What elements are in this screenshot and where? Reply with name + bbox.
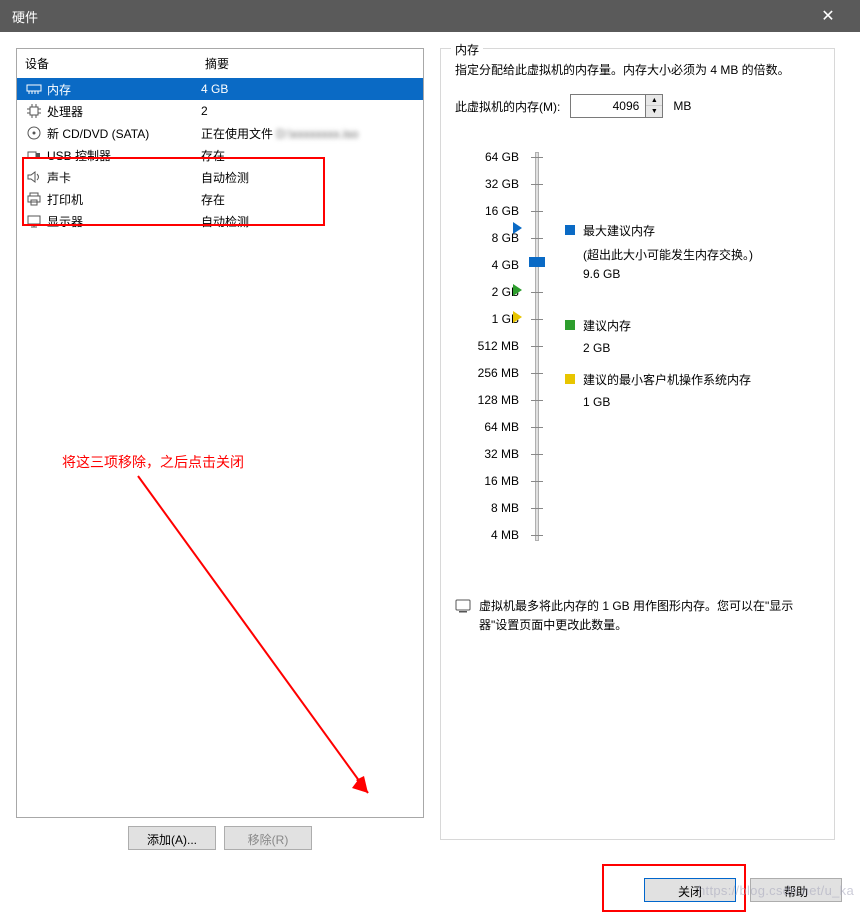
slider-tick-label: 64 GB	[455, 144, 527, 171]
device-name: 处理器	[47, 103, 83, 120]
legend-item: 最大建议内存	[565, 222, 753, 240]
watermark: https://blog.csdn.net/u_ka	[698, 883, 854, 898]
legend-color-icon	[565, 225, 575, 235]
device-name: 声卡	[47, 169, 71, 186]
usb-icon	[25, 147, 43, 163]
slider-tick-label: 512 MB	[455, 333, 527, 360]
legend-title: 建议的最小客户机操作系统内存	[583, 371, 751, 389]
spin-down-icon[interactable]: ▼	[646, 106, 662, 117]
marker-max-icon	[513, 222, 522, 234]
slider-tick-label: 8 MB	[455, 495, 527, 522]
slider-tick-label: 64 MB	[455, 414, 527, 441]
slider-tick-label: 32 GB	[455, 171, 527, 198]
slider-tick-label: 16 MB	[455, 468, 527, 495]
memory-icon	[25, 81, 43, 97]
hardware-row[interactable]: 新 CD/DVD (SATA) 正在使用文件 D:\xxxxxxxx.iso	[17, 122, 423, 144]
slider-tick-label: 4 MB	[455, 522, 527, 549]
memory-hint: 虚拟机最多将此内存的 1 GB 用作图形内存。您可以在"显示器"设置页面中更改此…	[479, 597, 820, 635]
spin-up-icon[interactable]: ▲	[646, 95, 662, 106]
device-name: 新 CD/DVD (SATA)	[47, 125, 149, 142]
hardware-list: 设备 摘要 内存 4 GB 处理器 2 新 CD/DVD (SATA) 正在使用文件 D:…	[16, 48, 424, 818]
device-summary: 自动检测	[201, 169, 415, 186]
legend-value: 9.6 GB	[583, 267, 753, 281]
device-summary: 存在	[201, 191, 415, 208]
hardware-row[interactable]: 处理器 2	[17, 100, 423, 122]
legend-value: 2 GB	[583, 341, 753, 355]
device-name: USB 控制器	[47, 147, 111, 164]
memory-input-label: 此虚拟机的内存(M):	[455, 98, 560, 115]
legend-value: 1 GB	[583, 395, 753, 409]
disc-icon	[25, 125, 43, 141]
memory-unit: MB	[673, 99, 691, 113]
hardware-buttons: 添加(A)... 移除(R)	[16, 826, 424, 850]
legend-color-icon	[565, 374, 575, 384]
device-summary: 正在使用文件 D:\xxxxxxxx.iso	[201, 125, 415, 142]
memory-slider[interactable]	[527, 144, 551, 549]
legend-item: 建议的最小客户机操作系统内存	[565, 371, 753, 389]
slider-tick-label: 4 GB	[455, 252, 527, 279]
hint-icon	[455, 599, 471, 635]
annotation-text: 将这三项移除，之后点击关闭	[62, 452, 244, 472]
header-summary[interactable]: 摘要	[205, 55, 415, 72]
add-button[interactable]: 添加(A)...	[128, 826, 216, 850]
hardware-row[interactable]: 声卡 自动检测	[17, 166, 423, 188]
slider-tick-label: 256 MB	[455, 360, 527, 387]
legend-note: (超出此大小可能发生内存交换。)	[583, 246, 753, 263]
memory-spinner[interactable]: ▲ ▼	[570, 94, 663, 118]
slider-thumb[interactable]	[529, 257, 545, 267]
printer-icon	[25, 191, 43, 207]
memory-legend: 最大建议内存 (超出此大小可能发生内存交换。) 9.6 GB 建议内存 2 GB 建议的最…	[551, 144, 753, 549]
device-summary: 4 GB	[201, 82, 415, 96]
legend-title: 建议内存	[583, 317, 631, 335]
device-name: 显示器	[47, 213, 83, 230]
slider-tick-label: 128 MB	[455, 387, 527, 414]
memory-description: 指定分配给此虚拟机的内存量。内存大小必须为 4 MB 的倍数。	[455, 61, 820, 80]
titlebar: 硬件 ✕	[0, 0, 860, 32]
slider-tick-label: 32 MB	[455, 441, 527, 468]
device-name: 内存	[47, 81, 71, 98]
slider-tick-labels: 64 GB32 GB16 GB8 GB4 GB2 GB1 GB512 MB256…	[455, 144, 527, 549]
slider-tick-label: 16 GB	[455, 198, 527, 225]
legend-color-icon	[565, 320, 575, 330]
legend-item: 建议内存	[565, 317, 753, 335]
memory-groupbox: 内存 指定分配给此虚拟机的内存量。内存大小必须为 4 MB 的倍数。 此虚拟机的…	[440, 48, 835, 840]
memory-group-title: 内存	[451, 41, 483, 58]
hardware-row[interactable]: 内存 4 GB	[17, 78, 423, 100]
hardware-row[interactable]: 显示器 自动检测	[17, 210, 423, 232]
device-summary: 2	[201, 104, 415, 118]
display-icon	[25, 213, 43, 229]
titlebar-title: 硬件	[12, 7, 808, 26]
remove-button: 移除(R)	[224, 826, 312, 850]
cpu-icon	[25, 103, 43, 119]
close-icon[interactable]: ✕	[808, 6, 848, 26]
hardware-row[interactable]: 打印机 存在	[17, 188, 423, 210]
legend-title: 最大建议内存	[583, 222, 655, 240]
memory-input[interactable]	[571, 95, 645, 117]
device-name: 打印机	[47, 191, 83, 208]
device-summary: 自动检测	[201, 213, 415, 230]
header-device[interactable]: 设备	[25, 55, 205, 72]
device-summary: 存在	[201, 147, 415, 164]
hardware-list-header: 设备 摘要	[17, 49, 423, 78]
marker-rec-icon	[513, 284, 522, 296]
hardware-row[interactable]: USB 控制器 存在	[17, 144, 423, 166]
marker-min-icon	[513, 311, 522, 323]
sound-icon	[25, 169, 43, 185]
